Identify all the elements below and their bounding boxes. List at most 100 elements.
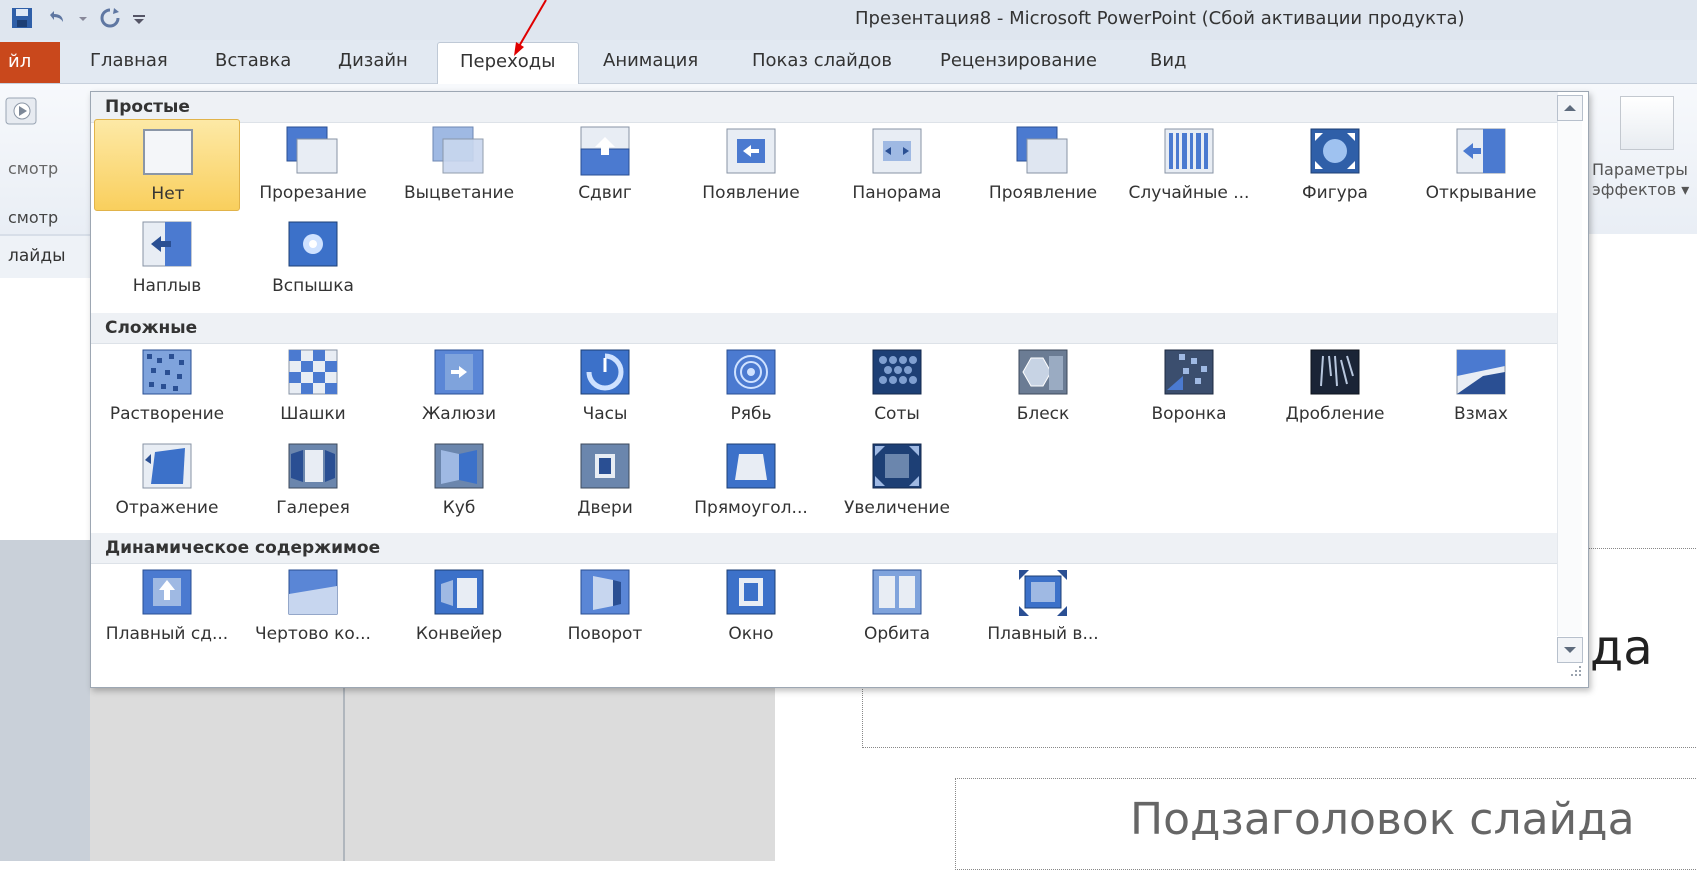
transition-fade[interactable]: Выцветание — [386, 119, 532, 211]
clock-icon — [580, 349, 630, 395]
customize-toolbar-icon[interactable] — [132, 6, 146, 30]
transition-reveal[interactable]: Проявление — [970, 119, 1116, 211]
transition-label: Жалюзи — [422, 404, 496, 424]
transition-flip[interactable]: Отражение — [94, 434, 240, 526]
transition-flash[interactable]: Вспышка — [240, 212, 386, 304]
transition-shred[interactable]: Дробление — [1262, 340, 1408, 432]
tab-slides[interactable]: лайды — [0, 236, 90, 280]
transition-label: Двери — [577, 498, 633, 518]
slide-thumbnail-area[interactable] — [0, 278, 90, 540]
transition-gallery[interactable]: Галерея — [240, 434, 386, 526]
transition-label: Проявление — [988, 183, 1098, 203]
transition-zoom[interactable]: Увеличение — [824, 434, 970, 526]
annotation-arrow-icon — [514, 0, 547, 56]
preview-label: смотр — [8, 159, 59, 178]
transition-window[interactable]: Окно — [678, 560, 824, 652]
transition-honeycomb[interactable]: Соты — [824, 340, 970, 432]
gallery-icon — [288, 443, 338, 489]
transition-label: Растворение — [109, 404, 225, 424]
box-icon — [726, 443, 776, 489]
random-bars-icon — [1164, 128, 1214, 174]
transition-push[interactable]: Сдвиг — [532, 119, 678, 211]
save-icon[interactable] — [10, 6, 34, 30]
transition-wipe[interactable]: Появление — [678, 119, 824, 211]
flip-icon — [142, 443, 192, 489]
vortex-icon — [1164, 349, 1214, 395]
transition-label: Появление — [702, 183, 800, 203]
ferris-wheel-icon — [288, 569, 338, 615]
ribbon-tabs: йл Главная Вставка Дизайн Переходы Анима… — [0, 40, 1697, 85]
transition-vortex[interactable]: Воронка — [1116, 340, 1262, 432]
transition-none[interactable]: Нет — [94, 119, 240, 211]
transition-label: Соты — [874, 404, 920, 424]
scroll-up-button[interactable] — [1557, 95, 1583, 121]
transition-cover[interactable]: Наплыв — [94, 212, 240, 304]
transition-label: Рябь — [730, 404, 772, 424]
transition-doors[interactable]: Двери — [532, 434, 678, 526]
transition-label: Галерея — [276, 498, 350, 518]
push-icon — [580, 126, 630, 176]
transition-label: Плавный в... — [987, 624, 1099, 644]
dropdown-arrow-icon[interactable] — [78, 6, 88, 30]
conveyor-icon — [434, 569, 484, 615]
transition-ripple[interactable]: Рябь — [678, 340, 824, 432]
transition-label: Сдвиг — [578, 183, 632, 203]
transition-ferris-wheel[interactable]: Чертово ко... — [240, 560, 386, 652]
transition-clock[interactable]: Часы — [532, 340, 678, 432]
honeycomb-icon — [872, 349, 922, 395]
gallery-scrollbar[interactable] — [1557, 120, 1582, 636]
transition-label: Воронка — [1151, 404, 1227, 424]
fly-through-icon — [1019, 570, 1067, 616]
wipe-icon — [726, 128, 776, 174]
preview-icon[interactable] — [4, 94, 40, 130]
tab-view[interactable]: Вид — [1150, 50, 1187, 71]
transition-label: Наплыв — [132, 276, 202, 296]
effect-options-button[interactable] — [1620, 96, 1674, 150]
transition-label: Чертово ко... — [255, 624, 371, 644]
scroll-down-button[interactable] — [1557, 637, 1583, 663]
preview-group-label: смотр — [8, 208, 59, 227]
transition-label: Поворот — [567, 624, 643, 644]
transition-cube[interactable]: Куб — [386, 434, 532, 526]
tab-insert[interactable]: Вставка — [215, 50, 291, 71]
ripple-icon — [726, 349, 776, 395]
tab-design[interactable]: Дизайн — [338, 50, 408, 71]
transition-random-bars[interactable]: Случайные ... — [1116, 119, 1262, 211]
transition-dissolve[interactable]: Растворение — [94, 340, 240, 432]
transition-conveyor[interactable]: Конвейер — [386, 560, 532, 652]
resize-grip-icon[interactable] — [1569, 664, 1583, 678]
transition-orbit[interactable]: Орбита — [824, 560, 970, 652]
redo-icon[interactable] — [98, 6, 122, 30]
transition-fly-through[interactable]: Плавный в... — [970, 560, 1116, 652]
orbit-icon — [872, 569, 922, 615]
transition-shape[interactable]: Фигура — [1262, 119, 1408, 211]
doors-icon — [580, 443, 630, 489]
transition-label: Отражение — [115, 498, 219, 518]
tab-transitions[interactable]: Переходы — [437, 42, 579, 85]
transition-glitter[interactable]: Блеск — [970, 340, 1116, 432]
transition-label: Открывание — [1425, 183, 1537, 203]
transition-split[interactable]: Панорама — [824, 119, 970, 211]
cube-icon — [434, 443, 484, 489]
transition-pan[interactable]: Плавный сд... — [94, 560, 240, 652]
tab-file[interactable]: йл — [0, 42, 60, 83]
undo-icon[interactable] — [44, 6, 68, 30]
rotate-icon — [580, 569, 630, 615]
transition-switch[interactable]: Взмах — [1408, 340, 1554, 432]
transition-checkerboard[interactable]: Шашки — [240, 340, 386, 432]
transition-label: Прямоугол... — [694, 498, 808, 518]
tab-slides-label: лайды — [8, 246, 66, 266]
transition-rotate[interactable]: Поворот — [532, 560, 678, 652]
tab-animations[interactable]: Анимация — [603, 50, 698, 71]
transition-blinds[interactable]: Жалюзи — [386, 340, 532, 432]
glitter-icon — [1018, 349, 1068, 395]
transition-box[interactable]: Прямоугол... — [678, 434, 824, 526]
tab-home[interactable]: Главная — [90, 50, 168, 71]
transition-cut[interactable]: Прорезание — [240, 119, 386, 211]
tab-slide-show[interactable]: Показ слайдов — [752, 50, 892, 71]
none-icon — [143, 129, 193, 175]
transition-label: Фигура — [1302, 183, 1368, 203]
tab-review[interactable]: Рецензирование — [940, 50, 1097, 71]
transition-uncover[interactable]: Открывание — [1408, 119, 1554, 211]
panel-splitter[interactable] — [343, 660, 345, 861]
